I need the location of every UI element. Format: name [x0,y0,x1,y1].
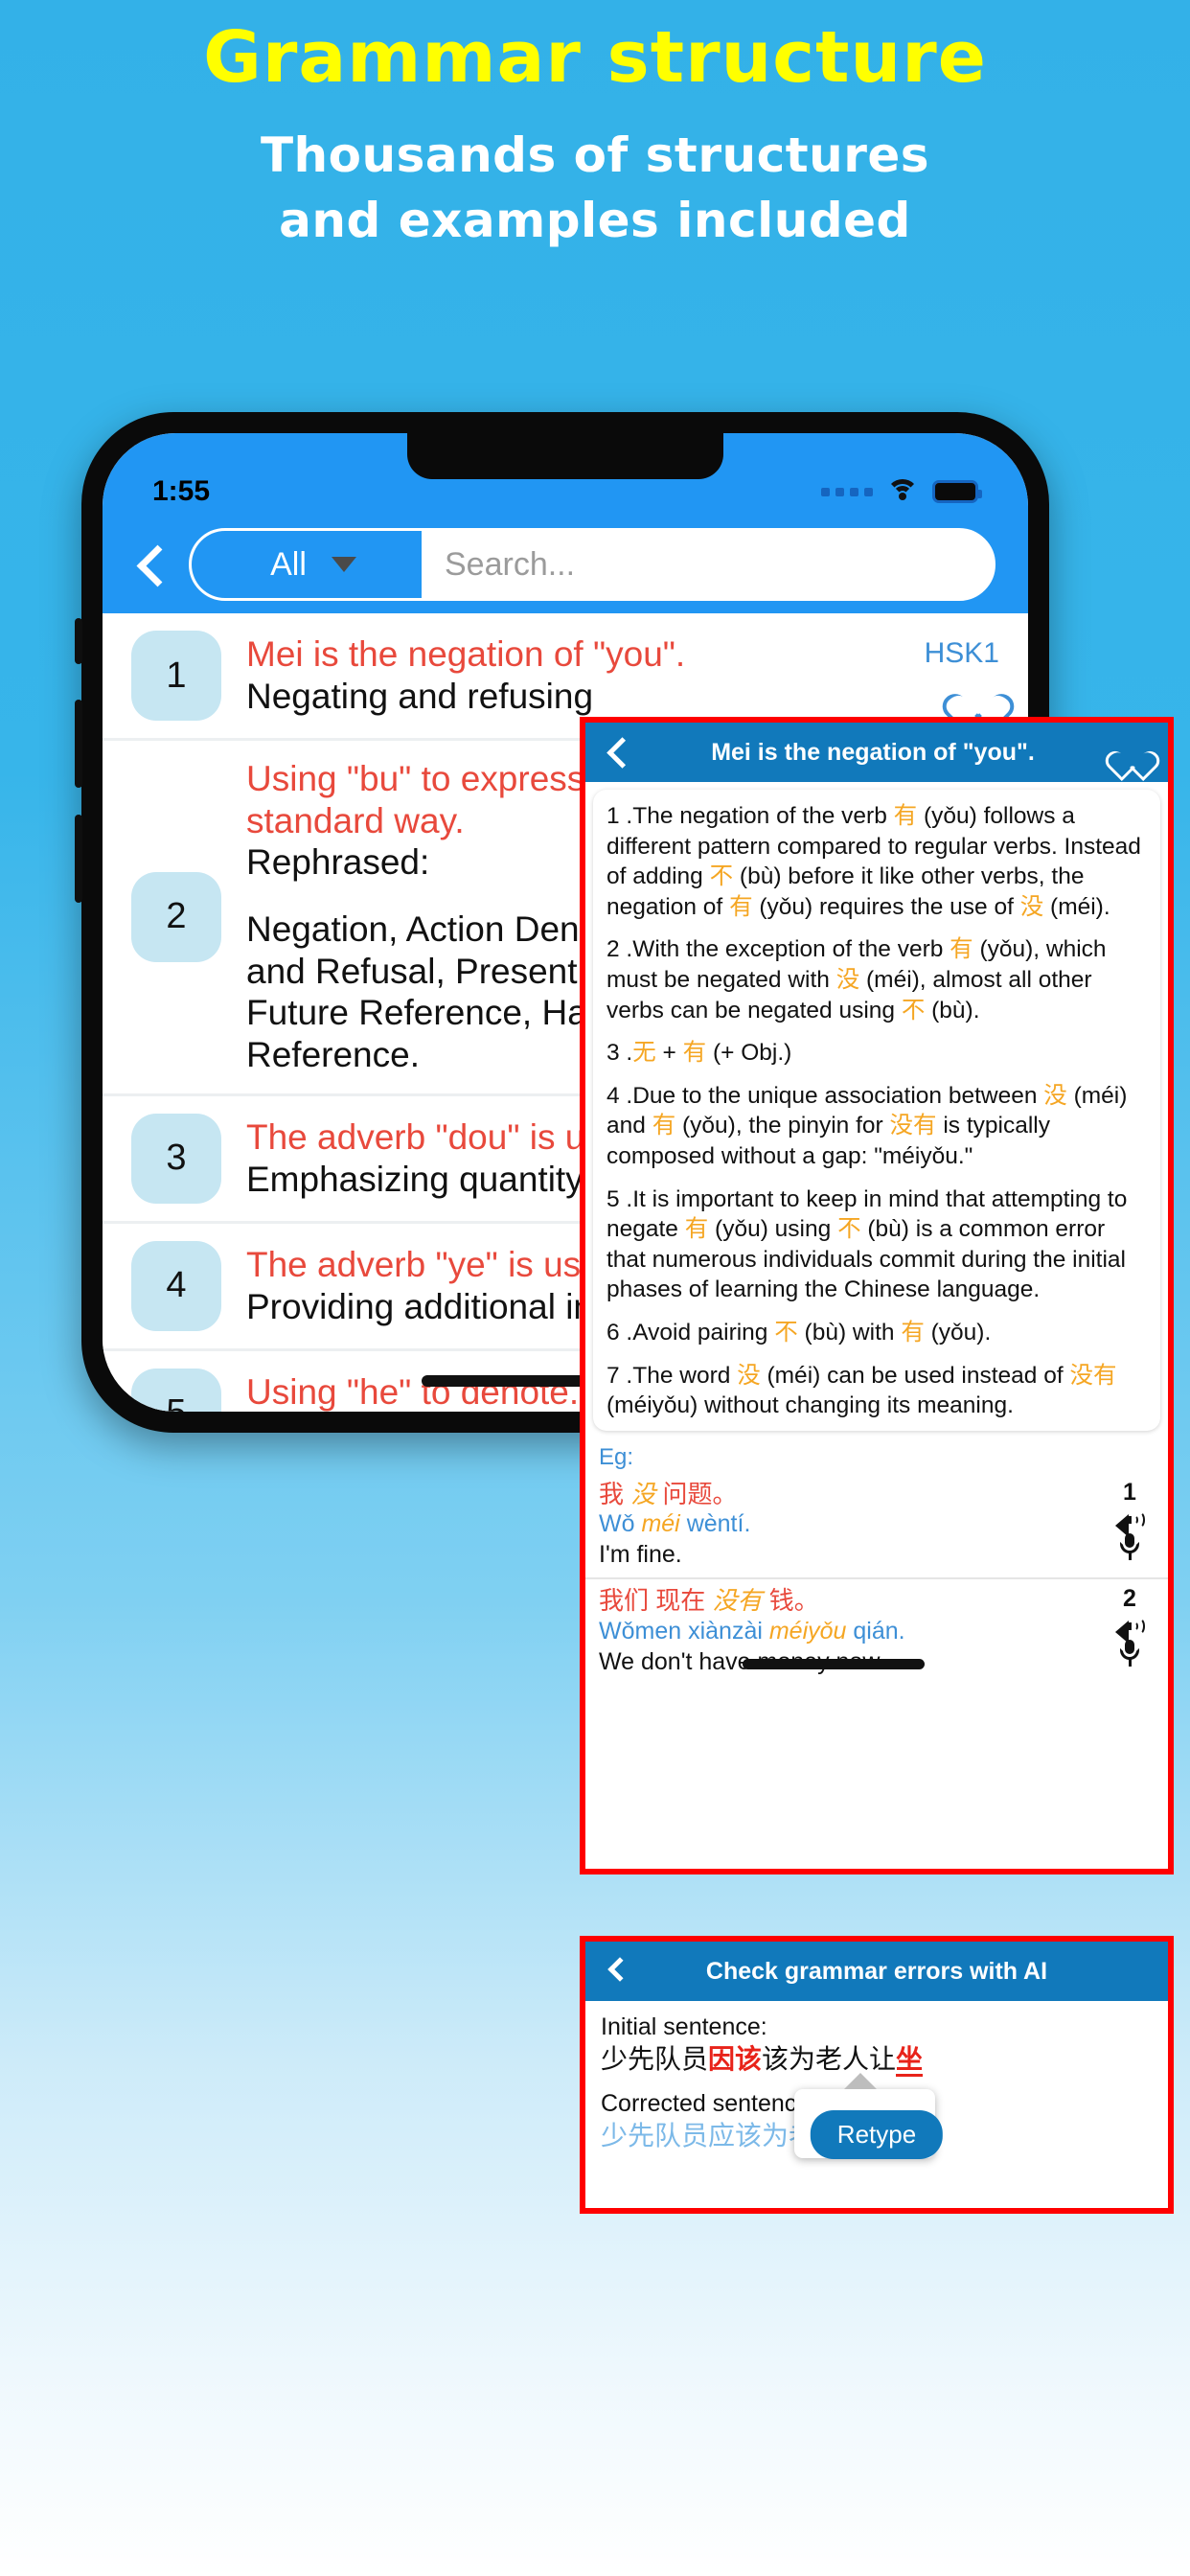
example-item[interactable]: 我 没 问题。 Wǒ méi wèntí. I'm fine. 1 [585,1473,1168,1580]
grammar-notes-card: 1 .The negation of the verb 有 (yǒu) foll… [593,790,1160,1431]
grammar-note: 3 .无 + 有 (+ Obj.) [606,1040,792,1067]
row-number-badge: 1 [131,631,221,721]
ai-grammar-check-overlay: Check grammar errors with AI Initial sen… [580,1936,1174,2214]
speaker-icon[interactable] [1115,1615,1145,1644]
example-chinese: 我 没 问题。 [599,1479,738,1508]
app-bar: All Search... [103,516,1028,613]
redaction-bar [743,1658,925,1669]
row-number-badge: 5 [131,1368,221,1412]
example-english: We don't have money now. [599,1647,1105,1678]
phone-notch [407,433,723,479]
row-number-badge: 2 [131,871,221,962]
back-icon[interactable] [135,548,168,581]
search-bar[interactable]: All Search... [189,528,995,601]
search-input[interactable]: Search... [422,531,993,598]
category-filter-select[interactable]: All [192,531,422,598]
grammar-note: 4 .Due to the unique association between… [606,1082,1128,1169]
promo-subtitle-line1: Thousands of structures [260,127,930,184]
example-text: 我 没 问题。 Wǒ méi wèntí. I'm fine. [599,1479,1105,1571]
back-icon[interactable] [605,1957,632,1984]
row-title: Mei is the negation of "you". [246,634,686,675]
speaker-icon[interactable] [1115,1508,1145,1537]
grammar-detail-overlay: Mei is the negation of "you". 1 .The neg… [580,717,1174,1874]
ai-check-title: Check grammar errors with AI [705,1957,1048,1985]
favorite-heart-icon[interactable] [1116,738,1149,767]
promo-header: Grammar structure Thousands of structure… [0,0,1190,253]
status-bar-clock: 1:55 [152,475,211,507]
example-item[interactable]: 我们 现在 没有 钱。 Wǒmen xiànzài méiyǒu qián. W… [585,1579,1168,1685]
microphone-icon[interactable] [1117,1640,1142,1668]
grammar-note: 2 .With the exception of the verb 有 (yǒu… [606,936,1107,1024]
favorite-heart-icon[interactable] [957,676,999,714]
ai-check-body: Initial sentence: 少先队员因该该为老人让坐 Corrected… [585,2001,1168,2165]
category-filter-value: All [270,545,307,583]
chevron-down-icon [331,557,356,572]
row-number-badge: 3 [131,1113,221,1204]
phone-silent-switch [75,618,82,664]
example-english: I'm fine. [599,1540,682,1568]
ai-check-titlebar: Check grammar errors with AI [585,1942,1168,2001]
grammar-note: 5 .It is important to keep in mind that … [606,1185,1128,1303]
promo-subtitle-line2: and examples included [279,192,911,248]
example-controls: 2 [1105,1585,1155,1677]
examples-label: Eg: [599,1443,634,1470]
retype-button[interactable]: Retype [810,2110,944,2160]
phone-volume-up-button [75,700,82,788]
example-pinyin: Wǒ méi wèntí. [599,1510,751,1538]
row-meta: HSK1 [894,637,999,714]
phone-volume-down-button [75,815,82,903]
grammar-note: 6 .Avoid pairing 不 (bù) with 有 (yǒu). [606,1319,992,1346]
status-bar: 1:55 [103,433,1028,516]
grammar-note: 7 .The word 没 (méi) can be used instead … [606,1362,1117,1419]
back-icon[interactable] [605,740,629,765]
wifi-icon [886,479,919,504]
microphone-icon[interactable] [1117,1532,1142,1560]
status-bar-icons [821,479,982,508]
hsk-badge: HSK1 [924,637,999,669]
row-text: Mei is the negation of "you". Negating a… [246,633,869,717]
row-subtitle: Negating and refusing [246,677,594,716]
example-pinyin: Wǒmen xiànzài méiyǒu qián. [599,1618,905,1645]
battery-icon [932,480,982,503]
example-text: 我们 现在 没有 钱。 Wǒmen xiànzài méiyǒu qián. W… [599,1585,1105,1677]
example-controls: 1 [1105,1479,1155,1571]
initial-sentence-label: Initial sentence: [601,2013,767,2040]
initial-sentence-text: 少先队员因该该为老人让坐 [601,2042,1153,2078]
promo-subtitle: Thousands of structures and examples inc… [0,124,1190,253]
grammar-detail-title: Mei is the negation of "you". [711,738,1035,766]
grammar-detail-titlebar: Mei is the negation of "you". [585,723,1168,782]
signal-dots-icon [821,487,873,496]
example-chinese: 我们 现在 没有 钱。 [599,1586,819,1616]
example-index: 1 [1123,1478,1136,1506]
example-index: 2 [1123,1585,1136,1613]
grammar-note: 1 .The negation of the verb 有 (yǒu) foll… [606,803,1141,920]
promo-title: Grammar structure [203,16,987,99]
row-number-badge: 4 [131,1240,221,1331]
